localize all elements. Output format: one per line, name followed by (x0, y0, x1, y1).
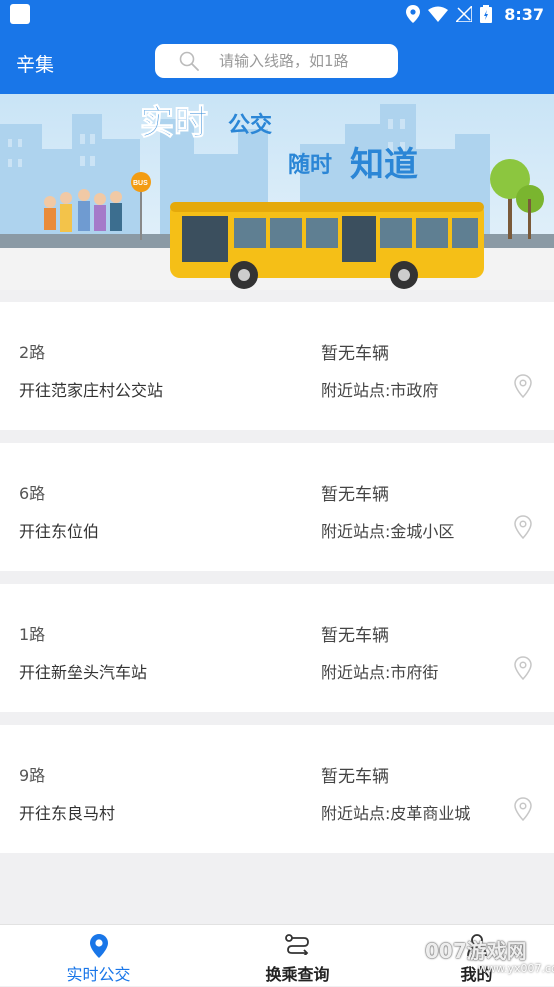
promo-banner[interactable]: 实时 公交 随时 知道 BUS (0, 94, 554, 290)
app-header: 辛集 (0, 28, 554, 94)
vehicle-status: 暂无车辆 (321, 344, 389, 364)
tab-label: 实时公交 (66, 965, 131, 984)
search-input[interactable] (219, 52, 389, 70)
status-bar: 8:37 (0, 0, 554, 28)
route-name: 6路 (19, 484, 46, 503)
search-icon (179, 51, 199, 71)
map-pin-icon[interactable] (514, 374, 532, 398)
route-destination: 开往新垒头汽车站 (19, 663, 148, 682)
nearby-stop: 附近站点:金城小区 (321, 522, 455, 541)
city-selector[interactable]: 辛集 (16, 50, 54, 77)
app-notification-icon (10, 4, 30, 24)
route-destination: 开往范家庄村公交站 (19, 381, 164, 400)
banner-title-1b: 公交 (228, 112, 272, 137)
nearby-stop: 附近站点:皮革商业城 (321, 804, 471, 823)
location-icon (406, 5, 421, 23)
route-name: 2路 (19, 343, 46, 362)
site-watermark-url: www.yx007.com (478, 962, 554, 975)
vehicle-status: 暂无车辆 (321, 485, 389, 505)
status-time: 8:37 (504, 4, 544, 24)
vehicle-status: 暂无车辆 (321, 626, 389, 646)
map-pin-icon[interactable] (514, 797, 532, 821)
tab-realtime-bus[interactable]: 实时公交 (6, 925, 191, 987)
banner-title-1: 实时 (140, 104, 208, 142)
route-destination: 开往东位伯 (19, 522, 100, 541)
signal-icon (456, 6, 473, 22)
route-card[interactable]: 1路 开往新垒头汽车站 暂无车辆 附近站点:市府街 (0, 584, 554, 712)
route-card[interactable]: 9路 开往东良马村 暂无车辆 附近站点:皮革商业城 (0, 725, 554, 853)
banner-title-2a: 随时 (288, 152, 332, 177)
vehicle-status: 暂无车辆 (321, 767, 389, 787)
tab-label: 换乘查询 (265, 965, 330, 984)
route-destination: 开往东良马村 (19, 804, 116, 823)
search-box[interactable] (155, 44, 398, 78)
tab-transfer-query[interactable]: 换乘查询 (205, 925, 390, 987)
route-name: 1路 (19, 625, 46, 644)
banner-title-2b: 知道 (350, 146, 418, 184)
bus-illustration (170, 202, 484, 289)
location-pin-icon (89, 934, 108, 958)
map-pin-icon[interactable] (514, 515, 532, 539)
route-name: 9路 (19, 766, 46, 785)
route-card[interactable]: 2路 开往范家庄村公交站 暂无车辆 附近站点:市政府 (0, 302, 554, 430)
site-watermark: 007游戏网 (425, 939, 527, 963)
nearby-stop: 附近站点:市府街 (321, 663, 439, 682)
map-pin-icon[interactable] (514, 656, 532, 680)
bus-stop-sign: BUS (133, 180, 148, 187)
banner-illustration: 实时 公交 随时 知道 BUS (0, 94, 554, 290)
transfer-route-icon (284, 934, 309, 955)
battery-icon (480, 5, 493, 23)
nearby-stop: 附近站点:市政府 (321, 381, 439, 400)
wifi-icon (428, 6, 449, 22)
route-card[interactable]: 6路 开往东位伯 暂无车辆 附近站点:金城小区 (0, 443, 554, 571)
